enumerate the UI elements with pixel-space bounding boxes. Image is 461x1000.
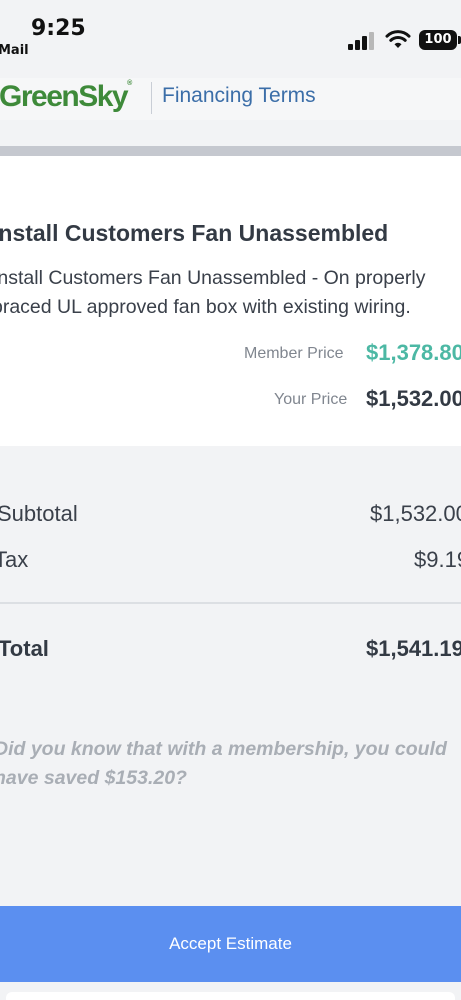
- status-bar: 9:25 Mail 100: [0, 0, 461, 78]
- cellular-signal-icon: [348, 32, 376, 50]
- section-separator: [0, 146, 461, 156]
- bottom-card-edge: [6, 992, 455, 1000]
- subtotal-label: Subtotal: [0, 501, 78, 526]
- logo-text: GreenSky: [0, 80, 129, 113]
- app-header: GreenSky® Financing Terms: [0, 78, 461, 120]
- total-value: $1,541.19: [366, 636, 461, 661]
- header-divider: [151, 82, 152, 114]
- line-item-card: Install Customers Fan Unassembled Instal…: [0, 156, 461, 446]
- subtotal-value: $1,532.00: [370, 501, 461, 526]
- membership-promo-text: Did you know that with a membership, you…: [0, 738, 447, 789]
- greensky-logo: GreenSky®: [0, 80, 132, 114]
- back-to-app-link[interactable]: Mail: [0, 43, 29, 58]
- total-label: Total: [0, 636, 49, 661]
- tax-value: $9.19: [414, 547, 461, 572]
- financing-terms-link[interactable]: Financing Terms: [162, 84, 316, 108]
- accept-estimate-button[interactable]: Accept Estimate: [0, 906, 461, 982]
- clock: 9:25: [31, 16, 86, 41]
- your-price-value: $1,532.00: [366, 386, 461, 411]
- item-description: Install Customers Fan Unassembled - On p…: [0, 267, 426, 318]
- item-title: Install Customers Fan Unassembled: [0, 220, 389, 246]
- summary-divider: [0, 602, 461, 604]
- wifi-icon: [385, 30, 411, 48]
- member-price-value: $1,378.80: [366, 340, 461, 365]
- your-price-label: Your Price: [274, 391, 348, 408]
- battery-icon: 100: [419, 30, 457, 50]
- member-price-label: Member Price: [244, 345, 344, 362]
- logo-registered-mark: ®: [127, 80, 133, 87]
- tax-label: Tax: [0, 547, 29, 572]
